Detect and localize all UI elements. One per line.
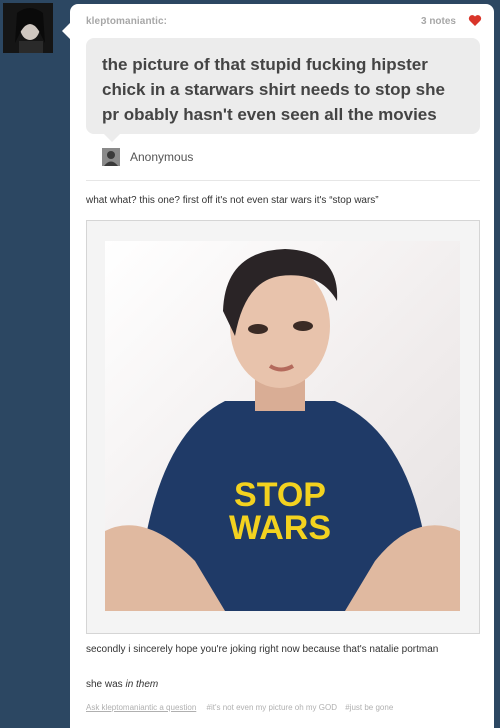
post-author[interactable]: kleptomaniantic: [86, 16, 167, 27]
answer-final-emphasis: in them [125, 679, 159, 690]
portrait-image: STOP WARS [105, 249, 460, 611]
heart-icon[interactable] [468, 14, 482, 27]
question-text: the picture of that stupid fucking hipst… [102, 55, 445, 124]
author-avatar[interactable] [3, 3, 53, 53]
post-card: kleptomaniantic: 3 notes the picture of … [62, 4, 494, 728]
shirt-text-line2: WARS [229, 509, 331, 547]
post-footer: Ask kleptomaniantic a question #it's not… [86, 703, 486, 712]
post-photo[interactable]: STOP WARS [86, 220, 480, 634]
notes-count[interactable]: 3 notes [421, 16, 456, 27]
shirt-logo: STOP WARS [229, 476, 331, 547]
question-bubble: the picture of that stupid fucking hipst… [86, 38, 480, 142]
asker-name: Anonymous [130, 150, 194, 164]
answer-final-prefix: she was [86, 679, 126, 690]
answer-followup: secondly i sincerely hope you're joking … [86, 644, 439, 655]
photo-content: STOP WARS [105, 241, 460, 611]
anonymous-avatar-icon [102, 148, 120, 166]
divider [86, 180, 480, 181]
answer-final: she was in them [86, 679, 158, 690]
tag-link[interactable]: #it's not even my picture oh my GOD [207, 703, 337, 712]
ask-question-link[interactable]: Ask kleptomaniantic a question [86, 703, 196, 712]
tag-link[interactable]: #just be gone [345, 703, 393, 712]
answer-intro: what what? this one? first off it's not … [86, 195, 379, 206]
avatar-image [3, 3, 53, 53]
